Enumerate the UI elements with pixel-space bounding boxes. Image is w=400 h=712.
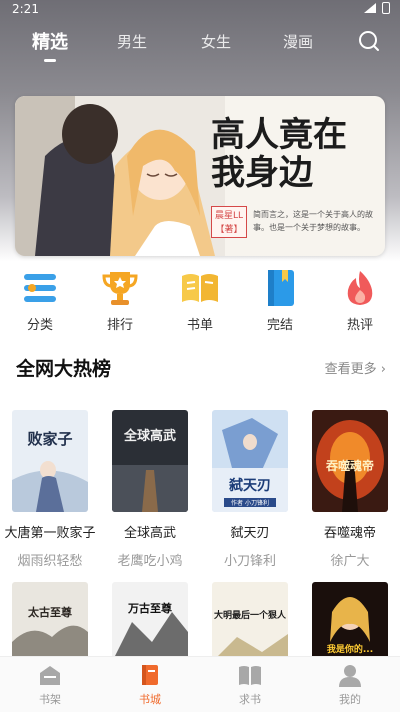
book-card[interactable]: 全球高武 全球高武 老鹰吃小鸡: [100, 410, 200, 569]
cover-title: 全球高武: [123, 428, 176, 444]
chevron-right-icon: ›: [380, 362, 386, 377]
category-label: 热评: [346, 318, 373, 333]
cover-title: 万古至尊: [127, 601, 172, 615]
book-card[interactable]: 弑天刃 作者 小刀锋利 弑天刃 小刀锋利: [200, 410, 300, 569]
book-cover: 万古至尊: [112, 582, 188, 662]
cover-title: 大明最后一个狠人: [214, 609, 287, 621]
open-book-icon: [239, 666, 261, 685]
book-title: 大唐第一败家子: [4, 526, 96, 541]
hot-list-header: 全网大热榜 查看更多 ›: [16, 354, 386, 382]
book-author: 小刀锋利: [223, 554, 276, 569]
book-card[interactable]: 万古至尊: [100, 582, 200, 662]
nav-bookstore[interactable]: 书城: [100, 661, 200, 707]
nav-profile[interactable]: 我的: [300, 661, 400, 707]
nav-label: 我的: [339, 693, 361, 706]
status-time: 2:21: [12, 2, 39, 16]
section-title: 全网大热榜: [16, 358, 112, 380]
category-hot-reviews[interactable]: 热评: [320, 268, 400, 333]
banner-title: 高人竟在我身边: [211, 115, 347, 193]
tab-male[interactable]: 男生: [102, 31, 162, 52]
category-booklist[interactable]: 书单: [160, 268, 240, 333]
nav-request-book[interactable]: 求书: [200, 661, 300, 707]
bottom-navigation: 书架 书城 求书 我的: [0, 656, 400, 712]
category-label: 分类: [26, 318, 53, 333]
book-author: 老鹰吃小鸡: [117, 554, 183, 569]
cover-subtitle: 作者 小刀锋利: [231, 499, 269, 507]
nav-bookshelf[interactable]: 书架: [0, 661, 100, 707]
cover-title: 败家子: [27, 430, 72, 448]
nav-label: 书城: [139, 693, 161, 706]
banner-description: 简而言之，这是一个关于高人的故事。也是一个关于梦想的故事。: [253, 210, 373, 232]
bookshelf-icon: [40, 666, 60, 685]
search-icon[interactable]: [358, 30, 380, 52]
status-bar: 2:21: [0, 0, 400, 20]
book-card[interactable]: 大明最后一个狠人: [200, 582, 300, 662]
nav-label: 求书: [239, 693, 261, 706]
open-book-icon: [182, 274, 218, 302]
category-label: 完结: [266, 318, 293, 333]
book-cover: 败家子: [12, 410, 88, 512]
book-cover: 大明最后一个狠人: [212, 582, 288, 662]
book-card[interactable]: 吞噬魂帝 吞噬魂帝 徐广大: [300, 410, 400, 569]
active-tab-indicator: [44, 59, 56, 62]
status-icons: [364, 2, 390, 14]
see-more-link[interactable]: 查看更多 ›: [325, 358, 386, 377]
cover-title: 太古至尊: [27, 605, 72, 619]
category-row: 分类 排行 书单 完结 热评: [0, 268, 400, 334]
battery-icon: [382, 2, 390, 14]
book-author: 徐广大: [330, 554, 370, 569]
see-more-label: 查看更多: [324, 362, 377, 377]
bookmark-book-icon: [268, 270, 294, 306]
cover-title: 弑天刃: [228, 477, 271, 494]
signal-icon: [364, 3, 376, 13]
promo-banner[interactable]: 高人竟在我身边 晨星LL 【著】 简而言之，这是一个关于高人的故事。也是一个关于…: [15, 96, 385, 256]
banner-illustration: [15, 96, 225, 256]
book-title: 弑天刃: [230, 526, 270, 541]
top-tabs: 精选 男生 女生 漫画: [0, 28, 400, 64]
menu-list-icon: [24, 274, 56, 302]
tab-featured[interactable]: 精选: [20, 28, 80, 54]
book-title: 吞噬魂帝: [323, 526, 376, 541]
cover-title: 我是你的...: [327, 643, 373, 655]
category-label: 书单: [186, 318, 213, 333]
book-cover: 全球高武: [112, 410, 188, 512]
category-label: 排行: [106, 318, 133, 333]
trophy-icon: [102, 272, 138, 305]
book-title: 全球高武: [123, 526, 176, 541]
category-classify[interactable]: 分类: [0, 268, 80, 333]
book-cover: 我是你的...: [312, 582, 388, 662]
banner-author-tag: 晨星LL 【著】: [211, 206, 247, 238]
book-card[interactable]: 我是你的...: [300, 582, 400, 662]
nav-label: 书架: [39, 693, 61, 706]
book-cover: 吞噬魂帝: [312, 410, 388, 512]
flame-icon: [347, 271, 373, 305]
book-card[interactable]: 太古至尊: [0, 582, 100, 662]
book-author: 烟雨织轻愁: [17, 554, 83, 569]
tab-comics[interactable]: 漫画: [268, 31, 328, 52]
book-cover: 太古至尊: [12, 582, 88, 662]
tab-female[interactable]: 女生: [186, 31, 246, 52]
book-cover: 弑天刃 作者 小刀锋利: [212, 410, 288, 512]
bookstore-icon: [142, 665, 158, 685]
user-icon: [339, 665, 361, 687]
cover-title: 吞噬魂帝: [326, 458, 374, 473]
category-ranking[interactable]: 排行: [80, 268, 160, 333]
book-card[interactable]: 败家子 大唐第一败家子 烟雨织轻愁: [0, 410, 100, 569]
category-completed[interactable]: 完结: [240, 268, 320, 333]
